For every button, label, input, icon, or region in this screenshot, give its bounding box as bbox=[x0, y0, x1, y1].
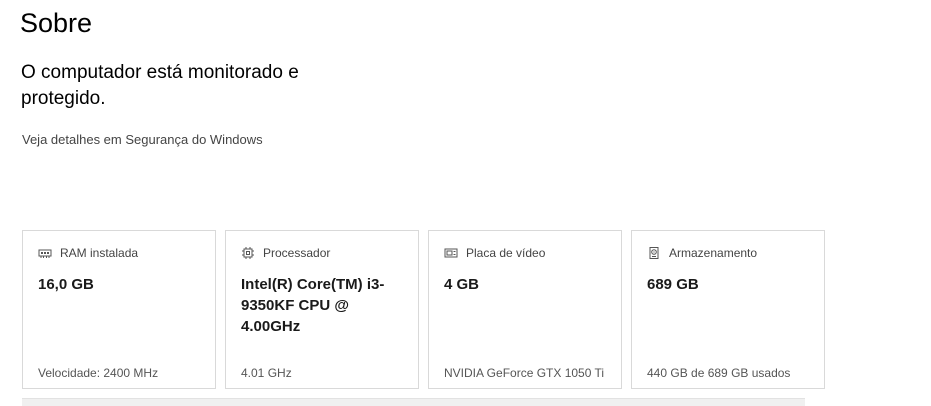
card-header: Armazenamento bbox=[647, 246, 757, 260]
processor-icon bbox=[241, 247, 255, 259]
card-label: Processador bbox=[263, 246, 331, 260]
storage-card: Armazenamento 689 GB 440 GB de 689 GB us… bbox=[631, 230, 825, 389]
card-label: Placa de vídeo bbox=[466, 246, 546, 260]
card-header: Placa de vídeo bbox=[444, 246, 545, 260]
card-value: 4 GB bbox=[444, 276, 480, 293]
card-value: 16,0 GB bbox=[38, 276, 94, 293]
card-value: 689 GB bbox=[647, 276, 699, 293]
card-label: Armazenamento bbox=[669, 246, 758, 260]
card-label: RAM instalada bbox=[60, 246, 139, 260]
video-card: Placa de vídeo 4 GB NVIDIA GeForce GTX 1… bbox=[428, 230, 622, 389]
card-footer: 440 GB de 689 GB usados bbox=[647, 366, 791, 380]
card-footer: Velocidade: 2400 MHz bbox=[38, 366, 159, 380]
video-card-icon bbox=[444, 247, 458, 259]
card-header: RAM instalada bbox=[38, 246, 138, 260]
card-footer: 4.01 GHz bbox=[241, 366, 292, 380]
next-section-panel bbox=[22, 398, 805, 406]
page-title: Sobre bbox=[20, 8, 93, 38]
specs-cards: RAM instalada 16,0 GB Velocidade: 2400 M… bbox=[22, 230, 825, 389]
windows-security-link[interactable]: Veja detalhes em Segurança do Windows bbox=[22, 132, 263, 147]
security-status-text: O computador está monitorado e protegido… bbox=[21, 62, 299, 109]
ram-icon bbox=[38, 247, 52, 259]
card-footer: NVIDIA GeForce GTX 1050 Ti bbox=[444, 366, 605, 380]
about-page: Sobre O computador está monitorado e pro… bbox=[0, 0, 931, 406]
processor-card: Processador Intel(R) Core(TM) i3-9350KF … bbox=[225, 230, 419, 389]
card-value: Intel(R) Core(TM) i3-9350KF CPU @ 4.00GH… bbox=[241, 276, 385, 335]
card-header: Processador bbox=[241, 246, 330, 260]
ram-card: RAM instalada 16,0 GB Velocidade: 2400 M… bbox=[22, 230, 216, 389]
storage-icon bbox=[647, 247, 661, 259]
